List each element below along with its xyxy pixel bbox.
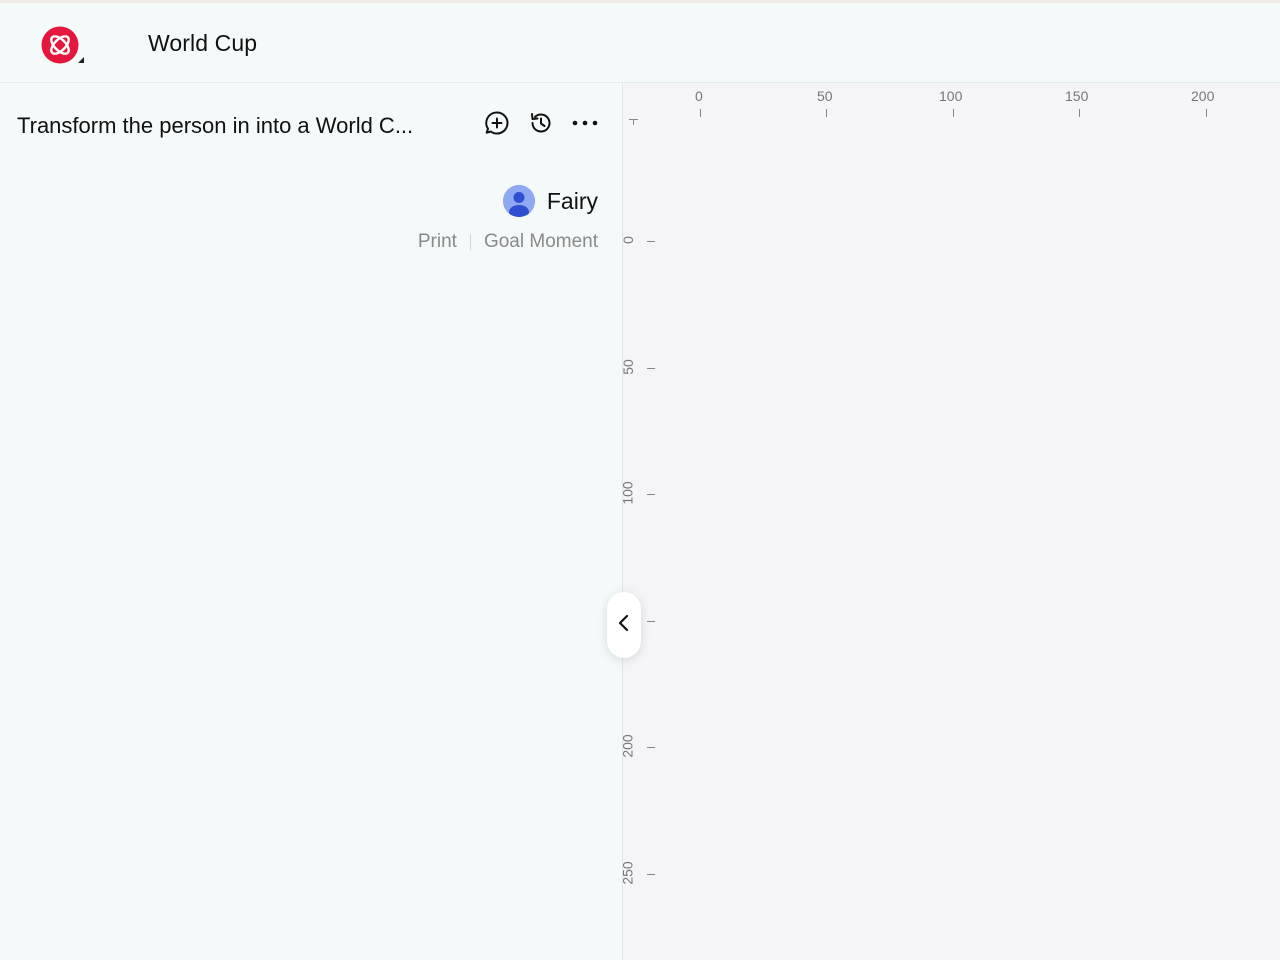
chevron-left-icon [617, 614, 631, 637]
ruler-tick [647, 747, 655, 748]
ruler-tick [1206, 109, 1207, 117]
tag-print: Print [417, 231, 457, 252]
chat-panel: Transform the person in into a World C..… [0, 83, 623, 960]
ruler-top-label: 100 [939, 88, 963, 104]
message-tags: Print Goal Moment [418, 231, 598, 253]
ruler-tick [647, 368, 655, 369]
ruler-tick [647, 621, 655, 622]
ruler-top-label: 0 [695, 88, 703, 104]
more-horizontal-icon [571, 110, 599, 141]
canvas-area[interactable]: 0 50 100 150 200 0 50 100 150 200 250 [619, 83, 1280, 960]
app-window: World Cup Transform the person in into a… [0, 0, 1280, 960]
history-button[interactable] [527, 111, 555, 139]
app-header: World Cup [0, 0, 1280, 83]
logo-icon[interactable] [41, 26, 85, 66]
ruler-top-label: 200 [1191, 88, 1215, 104]
ruler-left-label: 0 [619, 236, 636, 244]
user-name: Fairy [546, 187, 598, 214]
user-avatar-icon[interactable] [502, 185, 535, 217]
ruler-tick [826, 109, 827, 117]
ruler-left-label: 250 [619, 861, 636, 885]
ruler-tick [700, 109, 701, 117]
ruler-tick [953, 109, 954, 117]
ruler-corner-tick [633, 119, 634, 125]
collapse-panel-button[interactable] [607, 592, 641, 658]
ruler-top-label: 150 [1065, 88, 1089, 104]
ruler-left-label: 200 [619, 734, 636, 758]
ruler-tick [647, 241, 655, 242]
ruler-left-label: 50 [619, 359, 636, 375]
ruler-top-label: 50 [817, 88, 833, 104]
history-icon [528, 110, 554, 141]
new-chat-button[interactable] [483, 110, 511, 141]
tag-divider [469, 234, 471, 250]
ruler-tick [647, 494, 655, 495]
chat-plus-icon [484, 110, 510, 141]
ruler-tick [647, 874, 655, 875]
more-options-button[interactable] [571, 111, 599, 139]
user-row: Fairy [502, 185, 598, 217]
prompt-title[interactable]: Transform the person in into a World C..… [17, 113, 413, 139]
ruler-left-label: 100 [619, 481, 636, 505]
tag-goal-moment: Goal Moment [483, 231, 598, 252]
app-title: World Cup [148, 30, 258, 56]
ruler-tick [1079, 109, 1080, 117]
